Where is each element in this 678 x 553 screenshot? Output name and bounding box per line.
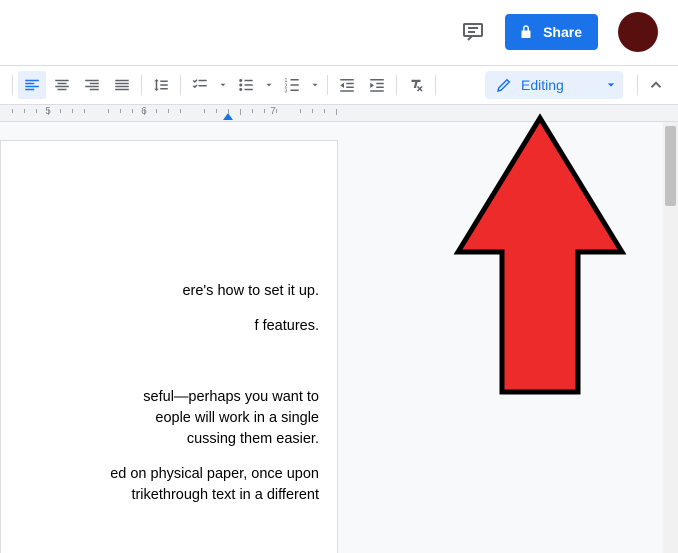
ruler-tick (24, 109, 25, 113)
ruler-label: 5 (45, 106, 51, 117)
ruler-tick (240, 109, 241, 115)
ruler-tick (324, 109, 325, 113)
hide-menus-button[interactable] (642, 71, 670, 99)
clear-formatting-icon (407, 76, 425, 94)
toolbar-left-group: 1 2 3 (8, 66, 440, 104)
ruler-tick (252, 109, 253, 113)
editing-mode-button[interactable]: Editing (485, 71, 623, 99)
checklist-menu-button[interactable] (216, 71, 230, 99)
bulleted-list-menu-button[interactable] (262, 71, 276, 99)
open-comments-button[interactable] (453, 12, 493, 52)
scroll-thumb[interactable] (665, 126, 676, 206)
ruler-tick (180, 109, 181, 113)
align-right-icon (83, 76, 101, 94)
app-header: Share (0, 0, 678, 65)
pencil-icon (495, 76, 513, 94)
align-left-button[interactable] (18, 71, 46, 99)
svg-text:3: 3 (285, 89, 288, 95)
align-left-icon (23, 76, 41, 94)
chevron-down-icon (607, 81, 615, 89)
line-spacing-button[interactable] (147, 71, 175, 99)
decrease-indent-button[interactable] (333, 71, 361, 99)
align-justify-button[interactable] (108, 71, 136, 99)
clear-formatting-button[interactable] (402, 71, 430, 99)
align-center-button[interactable] (48, 71, 76, 99)
decrease-indent-icon (338, 76, 356, 94)
ruler-tick (312, 109, 313, 113)
toolbar: 1 2 3 (0, 65, 678, 105)
ruler-tick (120, 109, 121, 113)
numbered-list-icon: 1 2 3 (283, 76, 301, 94)
chevron-down-icon (220, 82, 226, 88)
comment-icon (461, 20, 485, 44)
ruler-tick (216, 109, 217, 113)
separator (141, 75, 142, 95)
paragraph: ere's how to set it up. (1, 281, 319, 302)
increase-indent-button[interactable] (363, 71, 391, 99)
vertical-scrollbar[interactable] (663, 122, 678, 553)
checklist-button[interactable] (186, 71, 214, 99)
bulleted-list-icon (237, 76, 255, 94)
ruler-tick (12, 109, 13, 113)
separator (12, 75, 13, 95)
ruler-tick (336, 109, 337, 115)
paragraph: ed on physical paper, once upon trikethr… (1, 464, 319, 506)
ruler-tick (36, 109, 37, 113)
horizontal-ruler[interactable]: 5 6 7 (0, 105, 678, 122)
ruler-tick (264, 109, 265, 113)
separator (327, 75, 328, 95)
chevron-down-icon (312, 82, 318, 88)
share-label: Share (543, 24, 582, 40)
ruler-label: 7 (270, 106, 276, 117)
ruler-tick (84, 109, 85, 113)
bulleted-list-button[interactable] (232, 71, 260, 99)
editing-mode-label: Editing (521, 77, 564, 93)
align-justify-icon (113, 76, 131, 94)
checklist-icon (191, 76, 209, 94)
line-spacing-icon (152, 76, 170, 94)
share-button[interactable]: Share (505, 14, 598, 50)
document-page[interactable]: ere's how to set it up. f features. sefu… (0, 140, 338, 553)
align-right-button[interactable] (78, 71, 106, 99)
separator (180, 75, 181, 95)
align-center-icon (53, 76, 71, 94)
numbered-list-menu-button[interactable] (308, 71, 322, 99)
lock-icon (517, 23, 535, 41)
paragraph: f features. (1, 316, 319, 337)
ruler-tick (132, 109, 133, 113)
ruler-tick (60, 109, 61, 113)
document-canvas: ere's how to set it up. f features. sefu… (0, 122, 678, 553)
paragraph: seful—perhaps you want to eople will wor… (1, 387, 319, 450)
ruler-tick (300, 109, 301, 113)
ruler-tick (204, 109, 205, 113)
numbered-list-button[interactable]: 1 2 3 (278, 71, 306, 99)
chevron-up-icon (647, 76, 665, 94)
ruler-tick (108, 109, 109, 113)
separator (637, 75, 638, 95)
ruler-label: 6 (141, 106, 147, 117)
ruler-tick (168, 109, 169, 113)
separator (435, 75, 436, 95)
ruler-tick (156, 109, 157, 113)
chevron-down-icon (266, 82, 272, 88)
toolbar-right-group: Editing (485, 66, 678, 104)
indent-marker[interactable] (223, 113, 233, 120)
increase-indent-icon (368, 76, 386, 94)
ruler-tick (72, 109, 73, 113)
account-avatar[interactable] (618, 12, 658, 52)
separator (396, 75, 397, 95)
